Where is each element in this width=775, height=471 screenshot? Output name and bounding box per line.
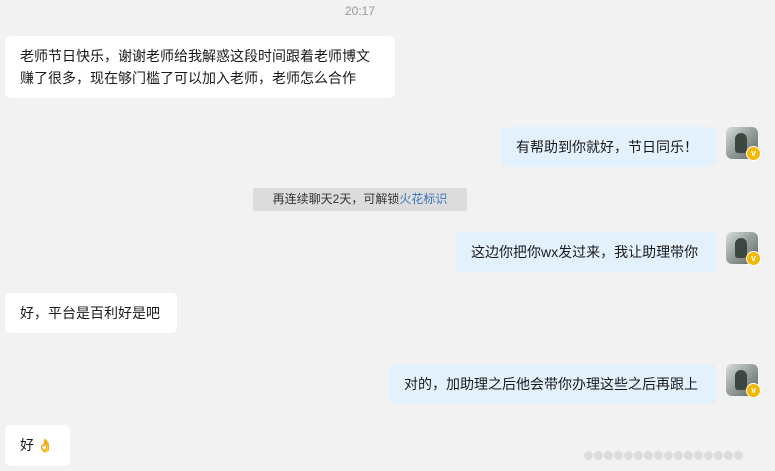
indicator-dot: [614, 450, 623, 460]
message-text: 这边你把你wx发过来，我让助理带你: [471, 244, 699, 260]
message-bubble-outgoing[interactable]: 这边你把你wx发过来，我让助理带你: [456, 232, 716, 272]
message-bubble-outgoing[interactable]: 有帮助到你就好，节日同乐！: [501, 127, 716, 167]
message-text: 对的，加助理之后他会带你办理这些之后再跟上: [404, 376, 698, 392]
indicator-dot: [594, 450, 603, 460]
user-avatar[interactable]: v: [726, 232, 761, 266]
message-bubble-incoming[interactable]: 好 👌: [5, 425, 70, 466]
message-bubble-outgoing[interactable]: 对的，加助理之后他会带你办理这些之后再跟上: [389, 364, 716, 404]
indicator-dot: [684, 450, 693, 460]
indicator-dot: [704, 450, 713, 460]
verified-badge-icon: v: [746, 251, 761, 266]
scroll-indicator: [584, 450, 744, 460]
message-text: 好 👌: [20, 434, 55, 457]
indicator-dot: [694, 450, 703, 460]
avatar-figure: [735, 133, 747, 153]
ok-hand-emoji-icon: 👌: [37, 438, 54, 453]
user-avatar[interactable]: v: [726, 127, 761, 161]
message-text-line: 赚了很多，现在够门槛了可以加入老师，老师怎么合作: [20, 70, 356, 86]
message-text-content: 好: [20, 437, 34, 453]
message-timestamp: 20:17: [344, 4, 376, 18]
message-text: 有帮助到你就好，节日同乐！: [516, 139, 698, 155]
message-text-line: 老师节日快乐，谢谢老师给我解惑这段时间跟着老师博文: [20, 48, 370, 64]
message-bubble-incoming[interactable]: 好，平台是百利好是吧: [5, 293, 177, 333]
user-avatar[interactable]: v: [726, 364, 761, 398]
system-notice-text: 再连续聊天2天，可解锁: [272, 192, 400, 206]
indicator-dot: [714, 450, 723, 460]
verified-badge-icon: v: [746, 383, 761, 398]
avatar-figure: [735, 238, 747, 258]
indicator-dot: [724, 450, 733, 460]
indicator-dot: [654, 450, 663, 460]
indicator-dot: [624, 450, 633, 460]
indicator-dot: [674, 450, 683, 460]
indicator-dot: [644, 450, 653, 460]
spark-badge-link[interactable]: 火花标识: [399, 192, 447, 206]
indicator-dot: [604, 450, 613, 460]
indicator-dot: [634, 450, 643, 460]
indicator-dot: [734, 450, 743, 460]
indicator-dot: [584, 450, 593, 460]
indicator-dot: [664, 450, 673, 460]
verified-badge-icon: v: [746, 146, 761, 161]
avatar-figure: [735, 370, 747, 390]
message-text: 好，平台是百利好是吧: [20, 305, 160, 321]
system-notice: 再连续聊天2天，可解锁火花标识: [253, 188, 467, 211]
message-bubble-incoming[interactable]: 老师节日快乐，谢谢老师给我解惑这段时间跟着老师博文 赚了很多，现在够门槛了可以加…: [5, 36, 395, 98]
